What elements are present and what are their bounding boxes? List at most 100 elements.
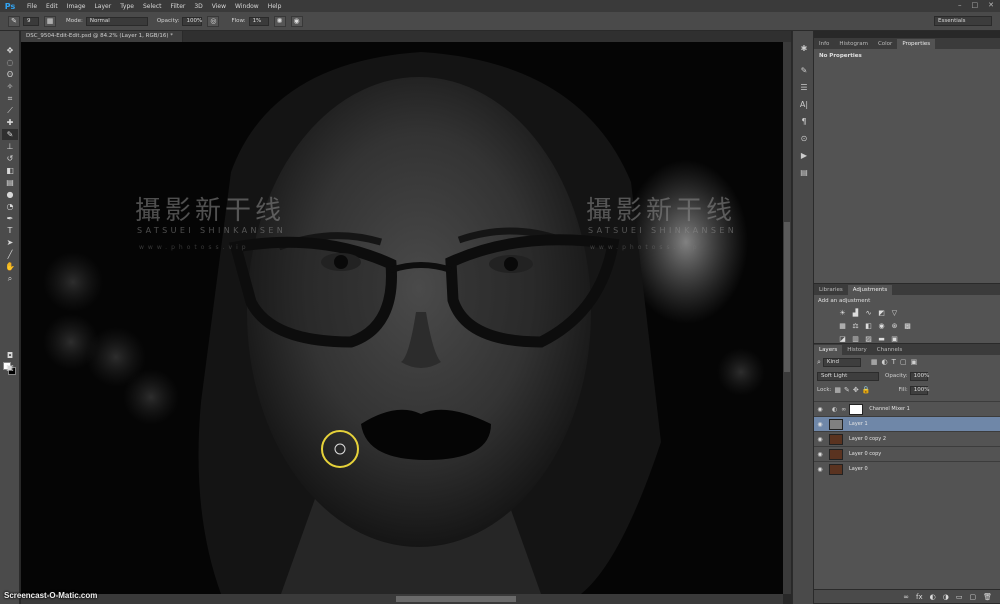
channel-mixer-icon[interactable]: ⊛: [890, 322, 899, 331]
quick-select-tool-icon[interactable]: ✧: [2, 81, 18, 92]
brush-presets-icon[interactable]: ✎: [797, 65, 811, 77]
exposure-icon[interactable]: ◩: [877, 309, 886, 318]
menu-view[interactable]: View: [212, 3, 226, 10]
workspace-select[interactable]: Essentials: [934, 16, 992, 26]
new-layer-icon[interactable]: ▢: [969, 593, 976, 601]
tab-info[interactable]: Info: [814, 39, 834, 49]
vertical-scroll-thumb[interactable]: [784, 222, 790, 372]
levels-icon[interactable]: ▟: [851, 309, 860, 318]
blend-mode-select[interactable]: Soft Light: [817, 371, 879, 381]
visibility-eye-icon[interactable]: ◉: [814, 451, 826, 458]
brush-panel-icon[interactable]: ▦: [44, 15, 56, 27]
lock-transparent-icon[interactable]: ▦: [834, 386, 841, 394]
brush-size-picker[interactable]: 9: [23, 16, 39, 26]
layer-mask-thumbnail[interactable]: [849, 403, 864, 415]
healing-tool-icon[interactable]: ✚: [2, 117, 18, 128]
character-panel-icon[interactable]: A|: [797, 99, 811, 111]
close-window-button[interactable]: ✕: [988, 1, 994, 9]
layer-opacity-input[interactable]: 100%: [909, 371, 929, 381]
gradient-map-icon[interactable]: ▬: [877, 335, 886, 344]
layer-row-channel-mixer[interactable]: ◉ ◐ ∞ Channel Mixer 1: [814, 401, 1000, 416]
eyedropper-tool-icon[interactable]: ⟋: [2, 105, 18, 116]
color-balance-icon[interactable]: ⚖: [851, 322, 860, 331]
new-adjustment-icon[interactable]: ◑: [943, 593, 949, 601]
color-lookup-icon[interactable]: ▩: [903, 322, 912, 331]
visibility-eye-icon[interactable]: ◉: [814, 436, 826, 443]
tab-color[interactable]: Color: [873, 39, 897, 49]
blur-tool-icon[interactable]: ●: [2, 189, 18, 200]
history-brush-tool-icon[interactable]: ↺: [2, 153, 18, 164]
actions-play-icon[interactable]: ▶: [797, 150, 811, 162]
gradient-tool-icon[interactable]: ▤: [2, 177, 18, 188]
layer-row-layer-1[interactable]: ◉ Layer 1: [814, 416, 1000, 431]
tab-properties[interactable]: Properties: [897, 39, 936, 49]
selective-color-icon[interactable]: ▣: [890, 335, 899, 344]
menu-help[interactable]: Help: [268, 3, 282, 10]
stamp-tool-icon[interactable]: ⊥: [2, 141, 18, 152]
canvas-horizontal-scrollbar[interactable]: [21, 594, 783, 604]
link-layers-icon[interactable]: ∞: [903, 593, 909, 601]
menu-layer[interactable]: Layer: [94, 3, 111, 10]
filter-type-icon[interactable]: T: [892, 358, 896, 366]
lock-pixels-icon[interactable]: ✎: [844, 386, 850, 394]
filter-shape-icon[interactable]: ▢: [900, 358, 907, 366]
move-tool-icon[interactable]: ✥: [2, 45, 18, 56]
menu-window[interactable]: Window: [235, 3, 259, 10]
opacity-pressure-icon[interactable]: ◎: [207, 15, 220, 27]
visibility-eye-icon[interactable]: ◉: [814, 421, 826, 428]
airbrush-icon[interactable]: ✺: [273, 15, 286, 27]
path-select-tool-icon[interactable]: ➤: [2, 237, 18, 248]
styles-panel-icon[interactable]: ▤: [797, 167, 811, 179]
add-mask-icon[interactable]: ◐: [930, 593, 936, 601]
brush-tool-icon[interactable]: ✎: [2, 129, 18, 140]
settings-panel-icon[interactable]: ✱: [797, 43, 811, 55]
visibility-eye-icon[interactable]: ◉: [814, 466, 826, 473]
threshold-icon[interactable]: ▨: [864, 335, 873, 344]
layer-filter-kind-select[interactable]: Kind: [822, 357, 861, 367]
layer-style-icon[interactable]: fx: [916, 593, 923, 601]
menu-edit[interactable]: Edit: [46, 3, 58, 10]
lock-all-icon[interactable]: 🔒: [862, 386, 871, 394]
menu-select[interactable]: Select: [143, 3, 162, 10]
menu-filter[interactable]: Filter: [171, 3, 186, 10]
menu-type[interactable]: Type: [120, 3, 134, 10]
menu-3d[interactable]: 3D: [194, 3, 202, 10]
screen-mode-icon[interactable]: ▣: [2, 362, 18, 373]
black-white-icon[interactable]: ◧: [864, 322, 873, 331]
clone-source-icon[interactable]: ⊙: [797, 133, 811, 145]
tab-channels[interactable]: Channels: [872, 345, 907, 355]
dodge-tool-icon[interactable]: ◔: [2, 201, 18, 212]
tab-histogram[interactable]: Histogram: [834, 39, 873, 49]
quick-mask-icon[interactable]: ◘: [2, 350, 18, 361]
new-group-icon[interactable]: ▭: [956, 593, 963, 601]
maximize-button[interactable]: □: [972, 1, 979, 9]
tab-layers[interactable]: Layers: [814, 345, 843, 355]
eraser-tool-icon[interactable]: ◧: [2, 165, 18, 176]
adjust-panel-icon[interactable]: ☰: [797, 82, 811, 94]
document-canvas[interactable]: 攝影新干线 SATSUEI SHINKANSEN www.photoss.vip…: [21, 42, 783, 594]
filter-adjustment-icon[interactable]: ◐: [882, 358, 888, 366]
crop-tool-icon[interactable]: ⌗: [2, 93, 18, 104]
layer-row-layer-0-copy-2[interactable]: ◉ Layer 0 copy 2: [814, 431, 1000, 446]
pen-tool-icon[interactable]: ✒: [2, 213, 18, 224]
delete-layer-icon[interactable]: 🗑: [983, 593, 992, 601]
mode-select[interactable]: Normal: [85, 16, 148, 26]
posterize-icon[interactable]: ▥: [851, 335, 860, 344]
layer-row-layer-0-copy[interactable]: ◉ Layer 0 copy: [814, 446, 1000, 461]
lasso-tool-icon[interactable]: ʘ: [2, 69, 18, 80]
invert-icon[interactable]: ◪: [838, 335, 847, 344]
shape-tool-icon[interactable]: ╱: [2, 249, 18, 260]
type-tool-icon[interactable]: T: [2, 225, 18, 236]
canvas-vertical-scrollbar[interactable]: [783, 42, 791, 594]
menu-file[interactable]: File: [27, 3, 37, 10]
curves-icon[interactable]: ∿: [864, 309, 873, 318]
brush-tool-preset-icon[interactable]: ✎: [8, 15, 20, 27]
photo-filter-icon[interactable]: ◉: [877, 322, 886, 331]
brightness-contrast-icon[interactable]: ☀: [838, 309, 847, 318]
size-pressure-icon[interactable]: ◉: [290, 15, 303, 27]
horizontal-scroll-thumb[interactable]: [396, 596, 516, 602]
filter-smart-object-icon[interactable]: ▣: [911, 358, 918, 366]
tab-adjustments[interactable]: Adjustments: [847, 285, 893, 295]
tab-history[interactable]: History: [842, 345, 872, 355]
hand-tool-icon[interactable]: ✋: [2, 261, 18, 272]
